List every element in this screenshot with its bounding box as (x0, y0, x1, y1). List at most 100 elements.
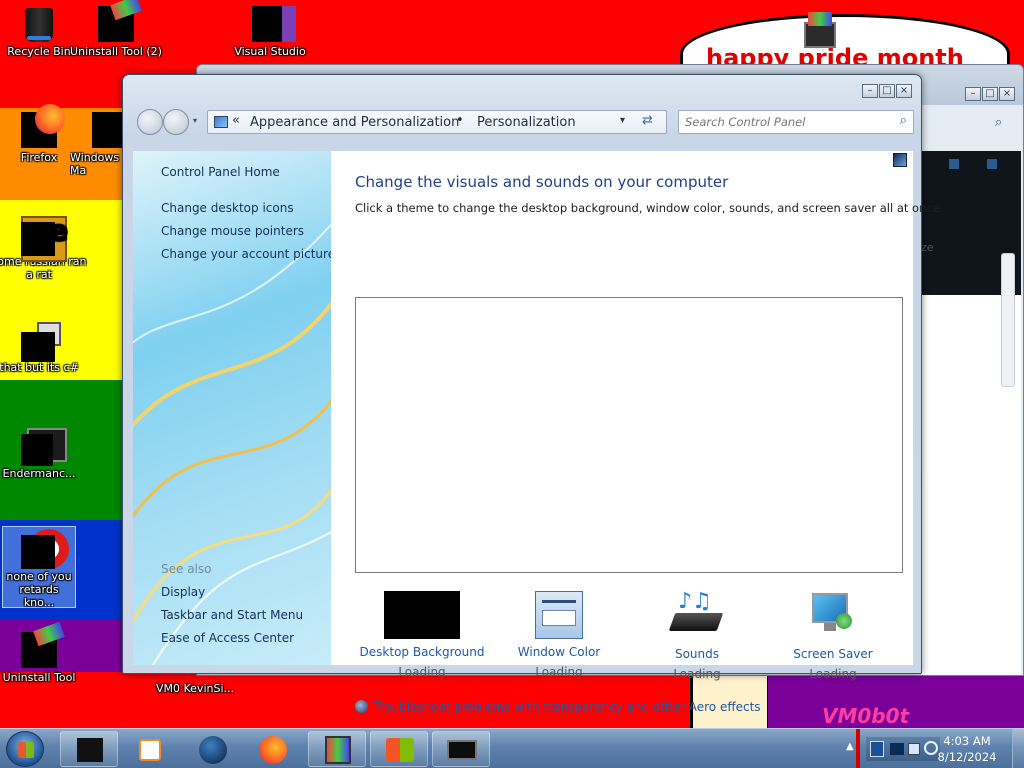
desktop-background-icon (384, 591, 460, 639)
close-icon[interactable]: × (896, 84, 912, 98)
visual-studio-icon (252, 6, 296, 42)
screen-saver-status: Loading (809, 667, 857, 681)
control-panel-home-link[interactable]: Control Panel Home (161, 165, 280, 179)
desktop-icon-endermanc[interactable]: Endermanc... (0, 428, 87, 480)
bg-thumb-icon (987, 159, 997, 169)
tray-marker (856, 729, 860, 768)
change-desktop-icons-link[interactable]: Change desktop icons (161, 201, 294, 215)
navigation-bar: ▾ « Appearance and Personalization • Per… (133, 105, 914, 139)
search-input[interactable] (685, 114, 885, 130)
search-icon[interactable]: ⌕ (900, 113, 907, 128)
caption-buttons: – □ × (861, 84, 912, 98)
bg-window-caption-buttons: – □ × (964, 87, 1015, 101)
desktop-icon-vm0[interactable]: VM0 KevinSi... (150, 682, 240, 695)
bg-scrollbar[interactable] (1001, 253, 1015, 387)
sounds-status: Loading (673, 667, 721, 681)
desktop-icon-uninstall-tool-2[interactable]: Uninstall Tool (2) (68, 0, 164, 58)
address-dropdown-icon[interactable]: ▾ (620, 115, 625, 126)
content-pane: Change the visuals and sounds on your co… (331, 151, 943, 714)
endermanc-icon (21, 428, 67, 466)
desktop-icon-uninstall-tool[interactable]: Uninstall Tool (0, 621, 87, 684)
control-panel-icon (214, 116, 228, 128)
taskbar-button-archive[interactable] (308, 731, 366, 767)
taskbar-button-globe[interactable] (184, 731, 242, 767)
bg-minimize-icon[interactable]: – (965, 87, 981, 101)
desktop-background-option[interactable]: Desktop Background Loading (356, 591, 488, 679)
clock-time: 4:03 AM (943, 734, 991, 748)
desktop-icon-label: Endermanc... (2, 467, 76, 480)
window-color-icon (535, 591, 583, 639)
wallpaper-signature: VM0b0t (822, 704, 910, 728)
breadcrumb-appearance[interactable]: Appearance and Personalization (250, 115, 459, 130)
window-color-label[interactable]: Window Color (493, 645, 625, 659)
media-player-icon (139, 739, 161, 761)
refresh-icon[interactable]: ⇄ (642, 113, 653, 128)
breadcrumb-personalization[interactable]: Personalization (477, 115, 576, 130)
minimize-icon[interactable]: – (862, 84, 878, 98)
search-box[interactable]: ⌕ (678, 110, 914, 134)
taskbar-start-menu-link[interactable]: Taskbar and Start Menu (161, 608, 303, 622)
network-icon[interactable] (870, 741, 884, 757)
display-link[interactable]: Display (161, 585, 205, 599)
see-also-heading: See also (161, 562, 212, 576)
troubleshoot-link[interactable]: Troubleshoot problems with transparency … (374, 700, 761, 714)
troubleshoot-link-row[interactable]: Troubleshoot problems with transparency … (355, 700, 761, 714)
desktop-icon-visual-studio[interactable]: Visual Studio (222, 6, 318, 58)
taskbar-button-windows[interactable] (370, 731, 428, 767)
forward-button[interactable] (163, 109, 189, 135)
show-hidden-icons-icon[interactable]: ▲ (846, 741, 854, 752)
address-bar[interactable]: « Appearance and Personalization • Perso… (207, 110, 667, 134)
desktop-icon-none-of-you[interactable]: none of you retards kno... (2, 526, 76, 609)
tray-app-icon[interactable] (890, 743, 904, 755)
desktop-background-label[interactable]: Desktop Background (356, 645, 488, 659)
bg-maximize-icon[interactable]: □ (982, 87, 998, 101)
desktop-icon-label: VM0 KevinSi... (155, 682, 234, 695)
bg-window-text: ze (921, 241, 934, 254)
maximize-icon[interactable]: □ (879, 84, 895, 98)
help-icon[interactable] (893, 153, 907, 167)
breadcrumb-overflow-icon[interactable]: « (232, 113, 240, 128)
recycle-bin-icon (21, 6, 57, 42)
system-clock[interactable]: 4:03 AM 8/12/2024 (932, 733, 1002, 765)
desktop-icon-windows-ma[interactable]: Windows Ma (70, 112, 122, 177)
personalization-window[interactable]: – □ × ▾ « Appearance and Personalization… (122, 74, 943, 714)
sounds-option[interactable]: ♪♫ Sounds Loading (631, 591, 763, 681)
window-color-option[interactable]: Window Color Loading (493, 591, 625, 679)
ease-of-access-link[interactable]: Ease of Access Center (161, 631, 294, 645)
desktop-icon-that-but-its-csharp[interactable]: that but its c# (0, 322, 87, 374)
show-desktop-button[interactable] (1012, 729, 1024, 768)
screen-saver-label[interactable]: Screen Saver (767, 647, 899, 661)
troubleshoot-icon (355, 700, 368, 713)
recent-pages-chevron-icon[interactable]: ▾ (193, 116, 197, 125)
monitor-icon (447, 740, 477, 760)
desktop-icon-some-russian-ran-a-rat[interactable]: e some russian ran a rat (0, 216, 87, 281)
desktop-icon-label: Firefox (20, 151, 58, 164)
bg-search-icon[interactable]: ⌕ (995, 115, 1002, 130)
sounds-label[interactable]: Sounds (631, 647, 763, 661)
start-button[interactable] (6, 731, 44, 767)
change-mouse-pointers-link[interactable]: Change mouse pointers (161, 224, 304, 238)
desktop-icon-label: that but its c# (0, 361, 79, 374)
rat-icon: e (21, 216, 68, 262)
uninstall-tool-icon (98, 0, 142, 42)
desktop-icon-label: Windows Ma (70, 151, 120, 177)
change-account-picture-link[interactable]: Change your account picture (161, 247, 331, 261)
taskbar-button-monitor[interactable] (432, 731, 490, 767)
taskbar-button-media-player[interactable] (120, 731, 178, 767)
sounds-icon: ♪♫ (668, 591, 724, 641)
archive-icon (325, 736, 351, 764)
taskbar-button-1[interactable] (60, 731, 118, 767)
taskbar-button-firefox[interactable] (244, 731, 302, 767)
desktop-icon-label: Uninstall Tool (2) (70, 45, 162, 58)
breadcrumb-separator-icon[interactable]: • (456, 113, 464, 128)
desktop-icon-label: none of you retards kno... (6, 570, 72, 609)
screen-saver-option[interactable]: Screen Saver Loading (767, 591, 899, 681)
bg-close-icon[interactable]: × (999, 87, 1015, 101)
window-color-status: Loading (535, 665, 583, 679)
windows-flag-icon (386, 738, 414, 762)
back-button[interactable] (137, 109, 163, 135)
theme-list[interactable] (355, 297, 903, 573)
volume-icon[interactable] (908, 743, 920, 755)
bg-thumb-icon (949, 159, 959, 169)
clock-date: 8/12/2024 (937, 750, 997, 764)
